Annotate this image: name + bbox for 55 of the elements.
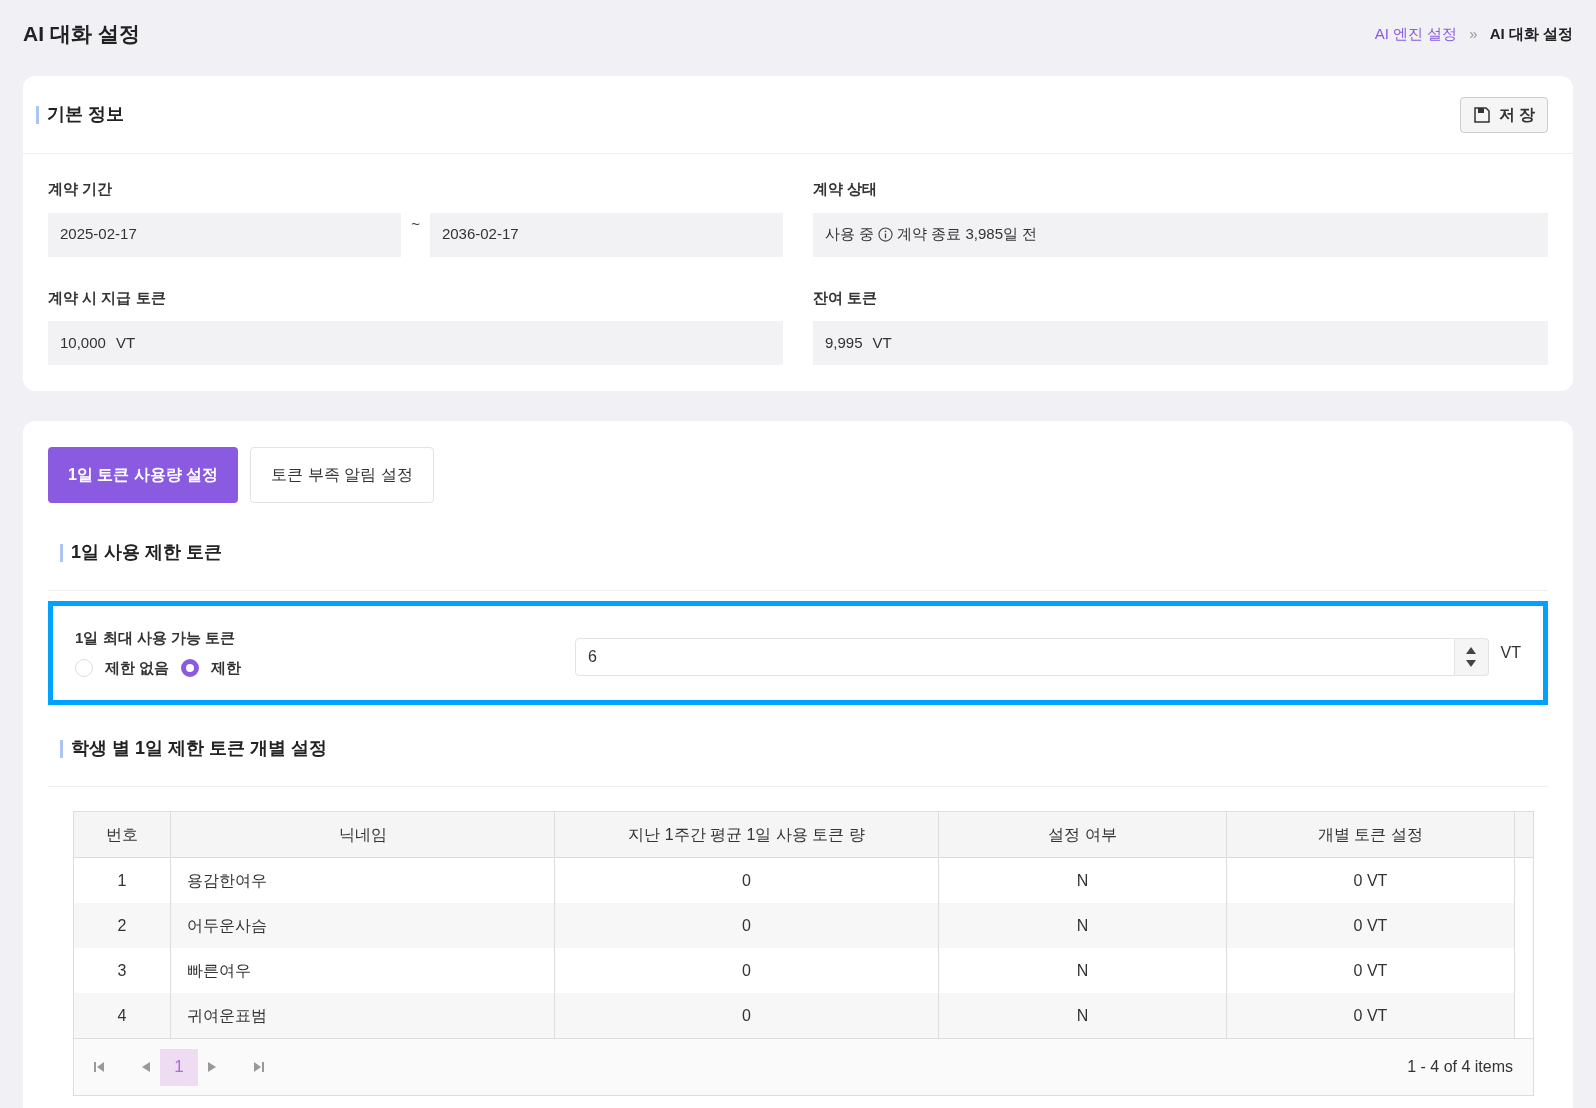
section-title: 1일 사용 제한 토큰 — [71, 541, 222, 564]
previous-page-icon[interactable] — [142, 1062, 150, 1072]
table-cell: 0 VT — [1227, 903, 1515, 948]
column-header: 지난 1주간 평균 1일 사용 토큰 량 — [555, 812, 939, 857]
next-page-icon[interactable] — [208, 1062, 216, 1072]
section-title: 기본 정보 — [47, 103, 124, 126]
token-value: 9,995 — [825, 332, 863, 353]
token-value: 10,000 — [60, 332, 106, 353]
end-date-field: 2036-02-17 — [429, 212, 783, 257]
table-cell: 2 — [74, 903, 171, 948]
column-header: 닉네임 — [171, 812, 555, 857]
last-page-icon[interactable] — [254, 1062, 264, 1072]
start-date-field: 2025-02-17 — [48, 212, 402, 257]
column-header: 설정 여부 — [939, 812, 1227, 857]
token-unit: VT — [872, 332, 892, 353]
tab[interactable]: 1일 토큰 사용량 설정 — [48, 447, 239, 503]
first-page-icon[interactable] — [94, 1062, 104, 1072]
table-cell: 귀여운표범 — [171, 993, 555, 1038]
title-accent-bar — [60, 543, 63, 562]
table-cell: 0 — [555, 993, 939, 1038]
table-cell: 0 VT — [1227, 993, 1515, 1038]
table-cell: N — [939, 993, 1227, 1038]
down-triangle-icon — [1466, 660, 1477, 667]
number-input[interactable]: 6 — [575, 638, 1455, 676]
up-triangle-icon — [1466, 647, 1477, 654]
radio-option[interactable]: 제한 — [181, 657, 242, 680]
table-cell: 4 — [74, 993, 171, 1038]
page-title: AI 대화 설정 — [23, 21, 140, 48]
table-cell: 0 — [555, 903, 939, 948]
column-header: 번호 — [74, 812, 171, 857]
field-label: 잔여 토큰 — [813, 287, 879, 308]
save-button[interactable]: 저 장 — [1459, 96, 1548, 133]
breadcrumb-separator: » — [1469, 23, 1478, 44]
status-text: 사용 중 — [825, 224, 875, 245]
range-separator: ~ — [411, 213, 420, 234]
unit-label: VT — [1500, 643, 1521, 663]
tab[interactable]: 토큰 부족 알림 설정 — [250, 447, 434, 503]
field-label: 계약 시 지급 토큰 — [48, 287, 167, 308]
radio-option[interactable]: 제한 없음 — [75, 657, 170, 680]
field-label: 1일 최대 사용 가능 토큰 — [75, 627, 236, 648]
info-icon — [878, 227, 894, 242]
table-cell: N — [939, 903, 1227, 948]
spinner-control[interactable] — [1454, 638, 1489, 676]
breadcrumb-link[interactable]: AI 엔진 설정 — [1374, 22, 1458, 46]
title-accent-bar — [60, 739, 63, 758]
pagination-summary: 1 - 4 of 4 items — [1407, 1057, 1513, 1077]
table-cell: 어두운사슴 — [171, 903, 555, 948]
field-label: 계약 기간 — [48, 179, 114, 199]
field-label: 계약 상태 — [813, 179, 879, 199]
token-unit: VT — [115, 332, 136, 353]
title-accent-bar — [36, 105, 39, 124]
section-title: 학생 별 1일 제한 토큰 개별 설정 — [71, 737, 328, 760]
breadcrumb-current: AI 대화 설정 — [1489, 23, 1573, 44]
status-note: 계약 종료 3,985일 전 — [897, 224, 1038, 245]
column-header: 개별 토큰 설정 — [1227, 812, 1515, 857]
